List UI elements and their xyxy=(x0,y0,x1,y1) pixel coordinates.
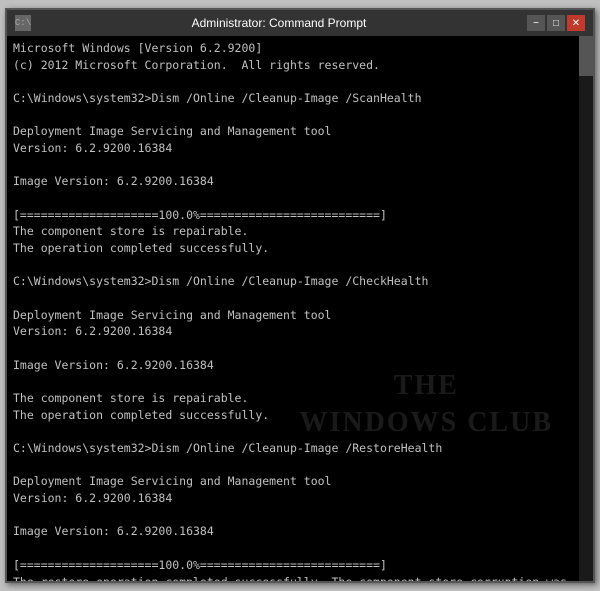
scrollbar[interactable] xyxy=(579,36,593,581)
terminal-body[interactable]: Microsoft Windows [Version 6.2.9200] (c)… xyxy=(7,36,593,581)
close-button[interactable]: ✕ xyxy=(567,15,585,31)
window-icon: C:\ xyxy=(15,15,31,31)
scrollbar-thumb[interactable] xyxy=(579,36,593,76)
title-bar: C:\ Administrator: Command Prompt − □ ✕ xyxy=(7,10,593,36)
maximize-button[interactable]: □ xyxy=(547,15,565,31)
terminal-output: Microsoft Windows [Version 6.2.9200] (c)… xyxy=(13,40,587,581)
minimize-button[interactable]: − xyxy=(527,15,545,31)
command-prompt-window: C:\ Administrator: Command Prompt − □ ✕ … xyxy=(5,8,595,583)
window-title: Administrator: Command Prompt xyxy=(31,16,527,30)
window-controls: − □ ✕ xyxy=(527,15,585,31)
